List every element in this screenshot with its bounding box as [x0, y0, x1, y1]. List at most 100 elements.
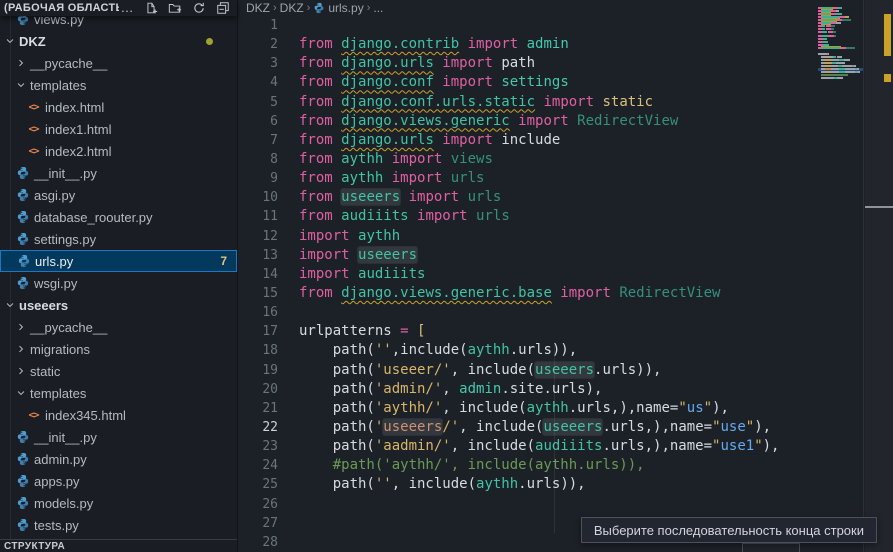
python-icon	[313, 2, 325, 14]
tree-item-__pycache__[interactable]: __pycache__	[0, 52, 237, 74]
code-line-19[interactable]: 19 path('useeer/', include(useeers.urls)…	[238, 361, 818, 380]
code-line-24[interactable]: 24 #path('aythh/', include(aythh.urls)),	[238, 456, 818, 475]
minimap[interactable]	[818, 0, 863, 240]
code-line-8[interactable]: 8from aythh import views	[238, 150, 818, 169]
breadcrumb-item-urls.py[interactable]: urls.py	[313, 1, 363, 15]
code-line-15[interactable]: 15from django.views.generic.base import …	[238, 284, 818, 303]
code-line-4[interactable]: 4from django.conf import settings	[238, 73, 818, 92]
python-file-icon	[15, 276, 30, 291]
minimap-line	[825, 71, 832, 73]
statusbar-hover-target[interactable]	[742, 543, 800, 552]
refresh-explorer-icon[interactable]	[191, 0, 207, 16]
tree-item-__init__.py[interactable]: __init__.py	[0, 162, 237, 184]
tree-item-label: __init__.py	[34, 166, 97, 181]
tree-item-index2.html[interactable]: <>index2.html	[0, 140, 237, 162]
tree-item-database_roouter.py[interactable]: database_roouter.py	[0, 206, 237, 228]
code-line-10[interactable]: 10from useeers import urls	[238, 188, 818, 207]
line-number: 6	[238, 112, 278, 131]
code-text: path('', include(aythh.urls)),	[299, 475, 586, 494]
code-line-13[interactable]: 13import useeers	[238, 246, 818, 265]
minimap-line	[828, 53, 829, 55]
line-number: 9	[238, 169, 278, 188]
tree-item-tests.py[interactable]: tests.py	[0, 514, 237, 536]
python-file-icon	[15, 232, 30, 247]
code-line-25[interactable]: 25 path('', include(aythh.urls)),	[238, 475, 818, 494]
tree-item-views.py[interactable]: views.py	[0, 16, 237, 30]
tree-item-templates[interactable]: templates	[0, 382, 237, 404]
minimap-line	[845, 71, 855, 73]
code-line-22[interactable]: 22 path('useeers/', include(useeers.urls…	[238, 418, 818, 437]
breadcrumb-separator: ›	[367, 2, 371, 14]
chevron-right-icon	[15, 321, 27, 333]
minimap-line	[831, 25, 835, 27]
code-line-3[interactable]: 3from django.urls import path	[238, 54, 818, 73]
code-line-6[interactable]: 6from django.views.generic import Redire…	[238, 112, 818, 131]
minimap-line	[836, 22, 841, 24]
tree-item-index345.html[interactable]: <>index345.html	[0, 404, 237, 426]
code-line-20[interactable]: 20 path('admin/', admin.site.urls),	[238, 380, 818, 399]
tree-item-label: __pycache__	[30, 56, 107, 71]
more-actions-icon[interactable]: …	[119, 0, 135, 16]
python-file-icon	[16, 254, 31, 269]
code-line-23[interactable]: 23 path('aadmin/', include(audiiits.urls…	[238, 437, 818, 456]
code-line-1[interactable]: 1	[238, 16, 818, 35]
tree-item-migrations[interactable]: migrations	[0, 338, 237, 360]
workspace-title: (РАБОЧАЯ ОБЛАСТЬ) ...	[4, 2, 119, 14]
line-number: 12	[238, 227, 278, 246]
code-text: import useeers	[299, 246, 417, 265]
chevron-down-icon	[15, 387, 27, 399]
code-text: path('admin/', admin.site.urls),	[299, 380, 602, 399]
problems-count-badge: 7	[220, 254, 227, 268]
code-line-14[interactable]: 14import audiiits	[238, 265, 818, 284]
code-line-7[interactable]: 7from django.urls import include	[238, 131, 818, 150]
tree-item-__pycache__[interactable]: __pycache__	[0, 316, 237, 338]
workspace-section-header[interactable]: (РАБОЧАЯ ОБЛАСТЬ) ... …	[0, 0, 237, 16]
code-line-18[interactable]: 18 path('',include(aythh.urls)),	[238, 341, 818, 360]
code-line-21[interactable]: 21 path('aythh/', include(aythh.urls,),n…	[238, 399, 818, 418]
tree-item-apps.py[interactable]: apps.py	[0, 470, 237, 492]
tree-item-label: index2.html	[45, 144, 111, 159]
code-line-9[interactable]: 9from aythh import urls	[238, 169, 818, 188]
code-text: from django.urls import include	[299, 131, 560, 150]
minimap-line	[834, 35, 837, 37]
new-folder-icon[interactable]	[167, 0, 183, 16]
overview-ruler[interactable]	[865, 0, 893, 552]
minimap-line	[837, 77, 843, 79]
code-line-5[interactable]: 5from django.conf.urls.static import sta…	[238, 93, 818, 112]
code-line-17[interactable]: 17urlpatterns = [	[238, 322, 818, 341]
code-line-2[interactable]: 2from django.contrib import admin	[238, 35, 818, 54]
tree-item-label: database_roouter.py	[34, 210, 153, 225]
tree-item-urls.py[interactable]: urls.py7	[0, 250, 237, 272]
collapse-folders-icon[interactable]	[215, 0, 231, 16]
outline-section-header[interactable]: СТРУКТУРА	[0, 539, 237, 552]
breadcrumb-item-...[interactable]: ...	[373, 1, 383, 15]
tree-item-label: useeers	[19, 298, 68, 313]
tree-item-asgi.py[interactable]: asgi.py	[0, 184, 237, 206]
tree-item-index1.html[interactable]: <>index1.html	[0, 118, 237, 140]
breadcrumb-item-DKZ[interactable]: DKZ	[280, 1, 304, 15]
tree-item-__init__.py[interactable]: __init__.py	[0, 426, 237, 448]
tree-item-label: wsgi.py	[34, 276, 77, 291]
tree-item-wsgi.py[interactable]: wsgi.py	[0, 272, 237, 294]
code-line-12[interactable]: 12import aythh	[238, 227, 818, 246]
new-file-icon[interactable]	[143, 0, 159, 16]
line-number: 15	[238, 284, 278, 303]
code-line-11[interactable]: 11from audiiits import urls	[238, 207, 818, 226]
minimap-line	[837, 56, 843, 58]
code-line-16[interactable]: 16	[238, 303, 818, 322]
breadcrumb-label: DKZ	[280, 1, 304, 15]
breadcrumb-item-DKZ[interactable]: DKZ	[246, 1, 270, 15]
tree-item-DKZ[interactable]: DKZ	[0, 30, 237, 52]
tree-item-admin.py[interactable]: admin.py	[0, 448, 237, 470]
tree-item-models.py[interactable]: models.py	[0, 492, 237, 514]
tree-item-settings.py[interactable]: settings.py	[0, 228, 237, 250]
minimap-line	[831, 59, 838, 61]
code-line-26[interactable]: 26	[238, 495, 818, 514]
line-number: 3	[238, 54, 278, 73]
tree-item-static[interactable]: static	[0, 360, 237, 382]
code-text: path('',include(aythh.urls)),	[299, 341, 577, 360]
tree-item-useeers[interactable]: useeers	[0, 294, 237, 316]
eol-tooltip-text: Выберите последовательность конца строки	[594, 523, 864, 538]
tree-item-templates[interactable]: templates	[0, 74, 237, 96]
tree-item-index.html[interactable]: <>index.html	[0, 96, 237, 118]
